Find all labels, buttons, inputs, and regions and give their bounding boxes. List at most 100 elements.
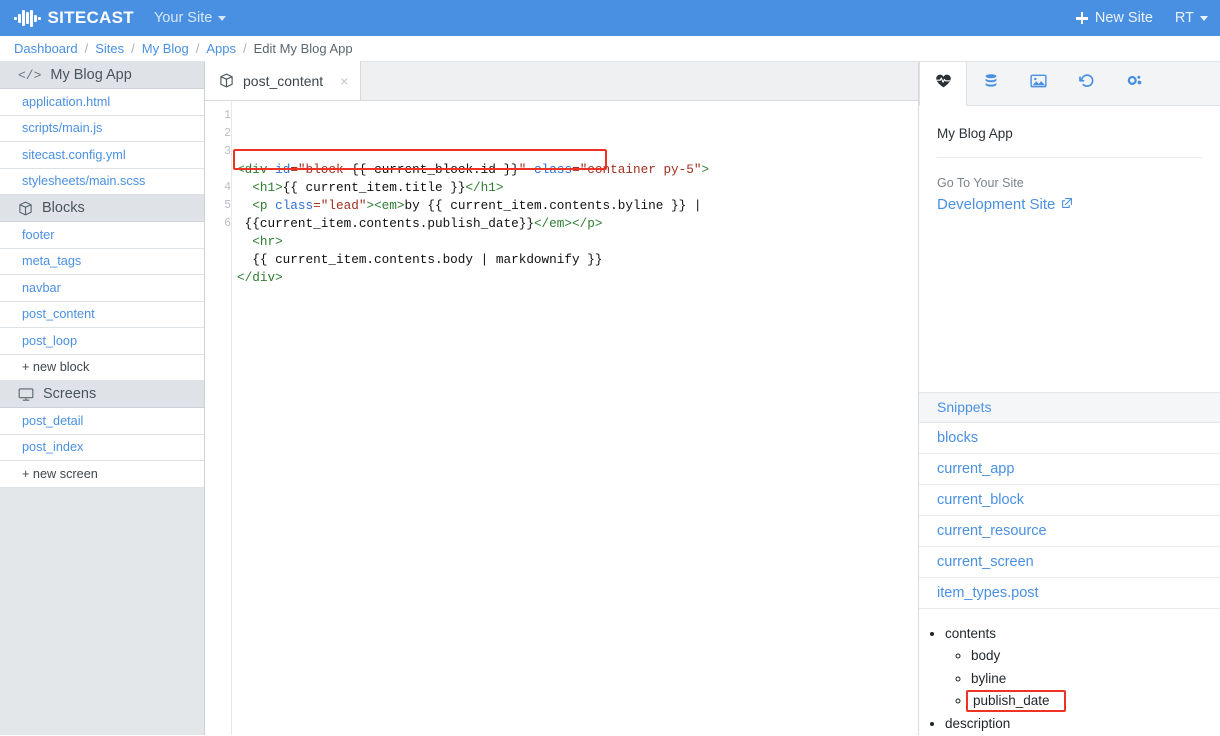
right-panel-tab-overview[interactable] [919,62,967,106]
line-number-wrapped [205,161,231,179]
code-token: <h1> [237,180,283,195]
code-line: <div id="block-{{ current_block.id }}" c… [237,161,918,179]
right-panel-tab-data[interactable] [967,62,1015,105]
image-icon [1030,73,1047,94]
editor-code-content[interactable]: <div id="block-{{ current_block.id }}" c… [231,101,918,735]
brand-logo[interactable]: SITECAST [14,8,134,28]
sidebar-file-stylesheets-main-scss[interactable]: stylesheets/main.scss [0,168,204,195]
chevron-down-icon [1200,15,1208,21]
code-token: > [701,162,710,177]
sidebar-new-screen-label: + new screen [22,466,98,481]
snippet-attribute-tree: contents body byline publish_date [919,609,1220,736]
snippet-current-screen[interactable]: current_screen [919,547,1220,578]
snippets-header[interactable]: Snippets [919,391,1220,423]
code-token: <p [237,198,276,213]
sidebar-new-block-button[interactable]: + new block [0,354,204,381]
tree-node-description[interactable]: description [945,713,1220,736]
sidebar-block-label: post_content [22,307,95,322]
database-icon [983,73,999,94]
line-number: 6 [224,217,231,230]
plus-icon [1075,12,1088,24]
breadcrumb-item-apps[interactable]: Apps [206,41,236,56]
code-brackets-icon: </> [18,67,42,83]
right-panel-tab-settings[interactable] [1111,62,1159,105]
sidebar-file-label: application.html [22,94,111,109]
new-site-button[interactable]: New Site [1075,10,1153,26]
development-site-link[interactable]: Development Site [937,196,1202,213]
sidebar: </> My Blog App application.html scripts… [0,62,205,735]
right-panel-app-name: My Blog App [937,126,1013,141]
line-number: 5 [224,199,231,212]
tree-node-label: description [945,715,1011,731]
snippet-blocks[interactable]: blocks [919,423,1220,454]
code-token: <div [237,162,276,177]
right-panel-tab-media[interactable] [1015,62,1063,105]
goto-site-label: Go To Your Site [937,176,1024,190]
breadcrumb-separator: / [243,41,247,56]
close-icon[interactable]: × [332,73,348,89]
site-switcher-dropdown[interactable]: Your Site [154,10,227,26]
code-token: </em></p> [533,216,603,231]
code-token: <hr> [237,234,283,249]
snippet-item-types-post[interactable]: item_types.post [919,578,1220,609]
right-panel: My Blog App Go To Your Site Development … [918,62,1220,735]
code-line: </div> [237,269,918,287]
breadcrumb-separator: / [84,41,89,56]
snippet-current-block[interactable]: current_block [919,485,1220,516]
sidebar-file-label: sitecast.config.yml [22,147,126,162]
breadcrumb-item-dashboard[interactable]: Dashboard [14,41,78,56]
editor-tab-bar: post_content × [205,61,918,101]
breadcrumb-item-sites[interactable]: Sites [95,41,124,56]
sidebar-screen-post-index[interactable]: post_index [0,434,204,461]
tree-node-label: body [971,648,1001,663]
sidebar-file-application-html[interactable]: application.html [0,89,204,116]
code-line: {{ current_item.contents.body | markdown… [237,251,918,269]
breadcrumb-item-current: Edit My Blog App [253,41,353,56]
sidebar-block-navbar[interactable]: navbar [0,275,204,302]
sidebar-new-screen-button[interactable]: + new screen [0,461,204,488]
tree-node-byline[interactable]: byline [971,668,1220,691]
code-editor[interactable]: 1 2 3 4 5 6 <div id="block-{{ current_bl… [205,101,918,735]
code-token: {{ current_block.id }} [351,162,519,177]
sidebar-blocks-header: Blocks [0,195,204,222]
breadcrumb-separator: / [131,41,135,56]
tree-node-publish-date[interactable]: publish_date [966,690,1220,713]
sidebar-screen-post-detail[interactable]: post_detail [0,408,204,435]
tree-node-label-highlighted: publish_date [966,690,1066,712]
tree-level-1: contents body byline publish_date [919,623,1220,736]
snippet-current-resource[interactable]: current_resource [919,516,1220,547]
tree-node-body[interactable]: body [971,645,1220,668]
tree-node-label: contents [945,625,997,641]
sidebar-screen-label: post_detail [22,413,84,428]
sidebar-blocks-label: Blocks [42,200,85,216]
top-nav-right-group: New Site RT [1075,10,1208,26]
sidebar-block-footer[interactable]: footer [0,222,204,249]
code-token: {{ current_item.contents.body | markdown… [237,252,603,267]
right-panel-tab-history[interactable] [1063,62,1111,105]
top-navigation-bar: SITECAST Your Site New Site RT [0,0,1220,36]
right-panel-body: My Blog App Go To Your Site Development … [919,106,1220,213]
monitor-icon [18,387,34,402]
sidebar-screens-header: Screens [0,381,204,408]
code-line: <p class="lead"><em>by {{ current_item.c… [237,197,918,215]
chevron-down-icon [218,15,227,21]
code-line: <hr> [237,233,918,251]
new-site-label: New Site [1094,10,1153,26]
sidebar-block-post-loop[interactable]: post_loop [0,328,204,355]
sidebar-file-sitecast-config-yml[interactable]: sitecast.config.yml [0,142,204,169]
sidebar-screen-label: post_index [22,440,84,455]
user-initials: RT [1174,10,1194,26]
sidebar-block-label: post_loop [22,333,78,348]
sidebar-block-post-content[interactable]: post_content [0,301,204,328]
snippet-current-app[interactable]: current_app [919,454,1220,485]
sidebar-screens-label: Screens [43,386,97,402]
tree-node-contents[interactable]: contents body byline publish_date [945,623,1220,713]
breadcrumb-item-my-blog[interactable]: My Blog [142,41,189,56]
sidebar-file-scripts-main-js[interactable]: scripts/main.js [0,115,204,142]
code-line: {{current_item.contents.publish_date}}</… [237,215,918,233]
external-link-icon [1061,196,1073,213]
editor-tab-post-content[interactable]: post_content × [205,61,362,100]
sidebar-block-meta-tags[interactable]: meta_tags [0,248,204,275]
user-menu-dropdown[interactable]: RT [1175,10,1208,26]
development-site-label: Development Site [937,196,1056,213]
